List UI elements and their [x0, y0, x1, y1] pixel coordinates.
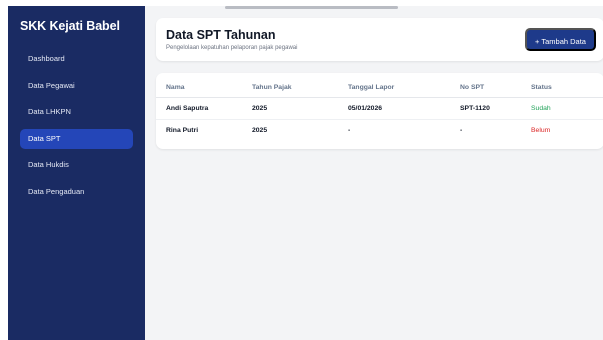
column-header-no-spt[interactable]: No SPT — [460, 73, 531, 98]
cell-tahun-pajak: 2025 — [252, 97, 348, 120]
column-header-status[interactable]: Status — [531, 73, 603, 98]
add-data-button[interactable]: + Tambah Data — [525, 28, 596, 51]
spt-table: Nama Tahun Pajak Tanggal Lapor No SPT St… — [156, 73, 603, 141]
cell-no-spt: - — [460, 126, 463, 134]
page-subtitle: Pengelolaan kepatuhan pelaporan pajak pe… — [166, 45, 298, 51]
cell-nama: Rina Putri — [166, 126, 199, 134]
window-grab-handle[interactable] — [225, 6, 398, 9]
status-badge: Sudah — [531, 97, 603, 120]
page-title: Data SPT Tahunan — [166, 28, 276, 42]
cell-tahun-pajak: 2025 — [252, 126, 268, 134]
table-row[interactable]: Andi Saputra 2025 05/01/2026 SPT-1120 Su… — [156, 97, 603, 120]
main-content: Data SPT Tahunan Pengelolaan kepatuhan p… — [145, 6, 603, 340]
column-header-nama[interactable]: Nama — [156, 73, 252, 98]
app-window: SKK Kejati Babel Dashboard Data Pegawai … — [8, 6, 603, 340]
cell-tanggal-lapor: 05/01/2026 — [348, 97, 460, 120]
column-header-tahun-pajak[interactable]: Tahun Pajak — [252, 73, 348, 98]
sidebar-item-data-lhkpn[interactable]: Data LHKPN — [20, 102, 133, 122]
sidebar-item-data-pengaduan[interactable]: Data Pengaduan — [20, 182, 133, 202]
app-brand: SKK Kejati Babel — [20, 19, 120, 33]
sidebar-item-data-pegawai[interactable]: Data Pegawai — [20, 76, 133, 96]
cell-no-spt: SPT-1120 — [460, 97, 531, 120]
cell-nama: Andi Saputra — [156, 97, 252, 120]
status-badge: Belum — [531, 126, 551, 134]
sidebar-nav: Dashboard Data Pegawai Data LHKPN Data S… — [20, 49, 133, 202]
table-header-row: Nama Tahun Pajak Tanggal Lapor No SPT St… — [156, 73, 603, 98]
sidebar-item-data-spt[interactable]: Data SPT — [20, 128, 133, 149]
cell-tanggal-lapor: - — [348, 126, 351, 134]
page-header-card: Data SPT Tahunan Pengelolaan kepatuhan p… — [156, 18, 603, 61]
table-row[interactable]: Rina Putri 2025 - - Belum — [156, 119, 603, 141]
spt-table-card: Nama Tahun Pajak Tanggal Lapor No SPT St… — [156, 73, 603, 149]
sidebar-item-dashboard[interactable]: Dashboard — [20, 49, 133, 69]
sidebar-item-data-hukdis[interactable]: Data Hukdis — [20, 155, 133, 175]
sidebar: SKK Kejati Babel Dashboard Data Pegawai … — [8, 6, 145, 340]
column-header-tanggal-lapor[interactable]: Tanggal Lapor — [348, 73, 460, 98]
